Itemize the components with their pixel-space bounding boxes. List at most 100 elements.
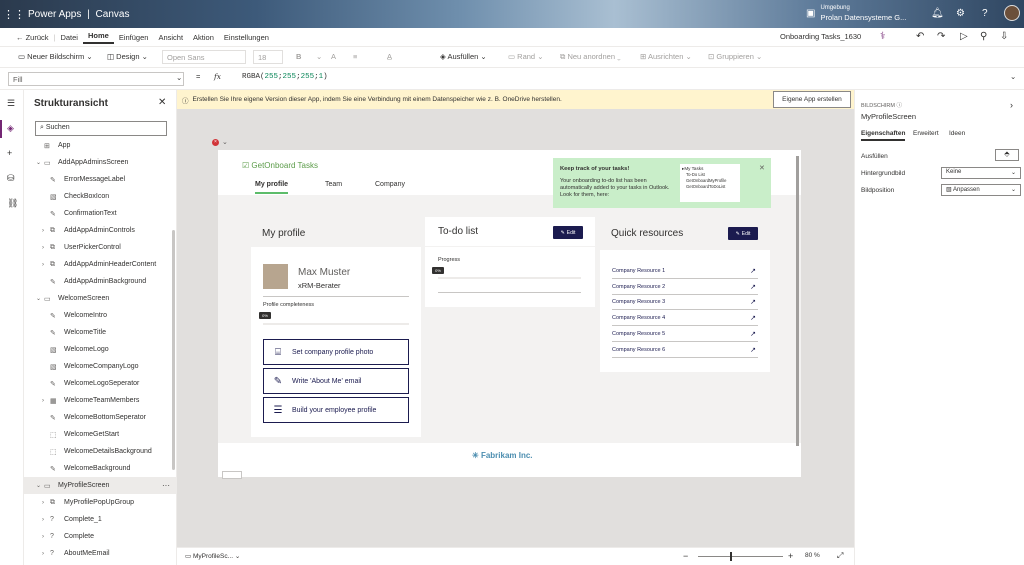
font-color-button[interactable]: A̲ — [387, 52, 392, 61]
tab-team[interactable]: Team — [325, 181, 342, 188]
tree-search-input[interactable]: ⌕ Suchen — [35, 121, 167, 136]
zoom-out-button[interactable]: − — [683, 551, 688, 561]
menu-view[interactable]: Ansicht — [153, 33, 188, 42]
tree-item[interactable]: ⬚ WelcomeGetStart — [24, 426, 177, 443]
tree-item[interactable]: ✎ WelcomeTitle — [24, 324, 177, 341]
more-options-icon[interactable]: ··· — [162, 481, 170, 490]
popup-close-icon[interactable]: ✕ — [759, 164, 765, 172]
tree-item[interactable]: › ⧉ UserPickerControl — [24, 239, 177, 256]
image-position-dropdown[interactable]: ▧ Anpassen ⌄ — [941, 184, 1021, 196]
create-own-app-button[interactable]: Eigene App erstellen — [773, 91, 851, 108]
screen-resize-handle[interactable] — [222, 471, 242, 479]
tree-item[interactable]: › ⧉ AddAppAdminControls — [24, 222, 177, 239]
tab-ideas[interactable]: Ideen — [949, 130, 965, 137]
chevron-right-icon[interactable]: › — [42, 517, 50, 523]
play-icon[interactable]: ▷ — [960, 31, 968, 42]
tree-item[interactable]: › ▦ WelcomeTeamMembers — [24, 392, 177, 409]
variables-icon[interactable]: ⛓ — [7, 198, 18, 209]
data-icon[interactable]: ⛁ — [7, 173, 15, 184]
underline-button[interactable]: ⌄ — [316, 52, 322, 61]
align-button[interactable]: ⊞ Ausrichten ⌄ — [640, 52, 692, 61]
employee-profile-button[interactable]: ☰ Build your employee profile — [263, 397, 409, 423]
tab-advanced[interactable]: Erweitert — [913, 130, 939, 137]
about-me-email-button[interactable]: ✎ Write 'About Me' email — [263, 368, 409, 394]
tree-item[interactable]: › ⧉ AddAppAdminHeaderContent — [24, 256, 177, 273]
tree-item[interactable]: ⌄ ▭ WelcomeScreen — [24, 290, 177, 307]
tree-item[interactable]: ▧ CheckBoxIcon — [24, 188, 177, 205]
tree-item[interactable]: ✎ AddAppAdminBackground — [24, 273, 177, 290]
resource-link[interactable]: Company Resource 3 ↗ — [612, 295, 758, 310]
rearrange-button[interactable]: ⧉ Neu anordnen ⌄ — [560, 52, 621, 62]
tree-item[interactable]: ✎ WelcomeLogoSeperator — [24, 375, 177, 392]
zoom-slider[interactable] — [698, 556, 783, 557]
tree-item[interactable]: ✎ WelcomeBottomSeperator — [24, 409, 177, 426]
resource-link[interactable]: Company Resource 5 ↗ — [612, 327, 758, 342]
insert-icon[interactable]: + — [7, 148, 12, 158]
menu-settings[interactable]: Einstellungen — [219, 33, 274, 42]
tab-my-profile[interactable]: My profile — [255, 181, 289, 194]
chevron-right-icon[interactable]: › — [42, 551, 50, 557]
menu-home[interactable]: Home — [82, 31, 114, 44]
hamburger-icon[interactable]: ☰ — [7, 98, 15, 109]
menu-insert[interactable]: Einfügen — [114, 33, 154, 42]
fill-button[interactable]: ◈ Ausfüllen ⌄ — [440, 52, 487, 61]
chevron-down-icon[interactable]: ⌄ — [36, 482, 44, 489]
expand-formula-icon[interactable]: ⌄ — [1010, 72, 1016, 81]
resources-edit-button[interactable]: ✎ Edit — [728, 227, 758, 240]
chevron-right-icon[interactable]: › — [42, 228, 50, 234]
tree-item[interactable]: ✎ WelcomeBackground — [24, 460, 177, 477]
close-icon[interactable]: ✕ — [158, 97, 166, 108]
formula-input[interactable]: RGBA(255;255;255;1) — [242, 73, 328, 81]
chevron-right-icon[interactable]: › — [42, 534, 50, 540]
tree-item[interactable]: ✎ WelcomeIntro — [24, 307, 177, 324]
user-avatar[interactable] — [1004, 5, 1020, 21]
tree-item[interactable]: ✎ ConfirmationText — [24, 205, 177, 222]
tree-view-icon[interactable]: ◈ — [7, 123, 14, 134]
back-button[interactable]: ← Zurück — [0, 33, 54, 42]
tree-scrollbar[interactable] — [172, 230, 175, 470]
bell-icon[interactable]: 🔔︎ — [931, 8, 944, 19]
tree-item[interactable]: ›? Complete_1 — [24, 511, 177, 528]
help-icon[interactable]: ? — [982, 8, 988, 19]
design-button[interactable]: ◫ Design ⌄ — [107, 52, 148, 61]
set-photo-button[interactable]: ⌸ Set company profile photo — [263, 339, 409, 365]
environment-picker[interactable]: ▣ Umgebung Prolan Datensysteme G... — [806, 4, 906, 22]
fit-to-window-icon[interactable]: ⤢ — [837, 551, 843, 561]
gear-icon[interactable]: ⚙ — [956, 8, 965, 19]
chevron-right-icon[interactable]: › — [42, 245, 50, 251]
font-color-icon[interactable]: A — [331, 52, 336, 61]
tree-item[interactable]: › ⧉ MyProfilePopUpGroup — [24, 494, 177, 511]
undo-icon[interactable]: ↶ — [916, 31, 924, 42]
chevron-right-icon[interactable]: › — [1010, 100, 1013, 110]
zoom-in-button[interactable]: + — [788, 551, 793, 561]
redo-icon[interactable]: ↷ — [937, 31, 945, 42]
app-screen-preview[interactable]: ☑ GetOnboard Tasks My profile Team Compa… — [218, 150, 801, 477]
tree-item[interactable]: ⬚ WelcomeDetailsBackground — [24, 443, 177, 460]
chevron-right-icon[interactable]: › — [42, 262, 50, 268]
todo-edit-button[interactable]: ✎ Edit — [553, 226, 583, 239]
screen-scrollbar[interactable] — [796, 156, 799, 446]
tree-item[interactable]: ›? Complete — [24, 528, 177, 545]
chevron-down-icon[interactable]: ⌄ — [36, 295, 44, 302]
tree-item[interactable]: ▧ WelcomeCompanyLogo — [24, 358, 177, 375]
font-size-dropdown[interactable]: 18 — [253, 50, 283, 64]
fill-color-picker[interactable]: ⬘ — [995, 149, 1019, 161]
tree-item[interactable]: ▧ WelcomeLogo — [24, 341, 177, 358]
chevron-right-icon[interactable]: › — [42, 500, 50, 506]
tree-item[interactable]: ⊞ App — [24, 137, 177, 154]
share-icon[interactable]: ⚲ — [980, 31, 987, 42]
help-icon[interactable]: ⓘ — [896, 103, 902, 109]
chevron-down-icon[interactable]: ⌄ — [222, 138, 228, 146]
save-icon[interactable]: ⇩ — [1000, 31, 1008, 42]
resource-link[interactable]: Company Resource 6 ↗ — [612, 343, 758, 358]
menu-file[interactable]: Datei — [55, 33, 83, 42]
property-dropdown[interactable]: Fill — [8, 72, 184, 86]
new-screen-button[interactable]: ▭ Neuer Bildschirm ⌄ — [18, 52, 93, 61]
tab-properties[interactable]: Eigenschaften — [861, 130, 906, 141]
fx-icon[interactable]: fx — [214, 72, 221, 81]
tree-item[interactable]: ⌄ ▭ AddAppAdminsScreen — [24, 154, 177, 171]
bg-image-dropdown[interactable]: Keine ⌄ — [941, 167, 1021, 179]
tree-item[interactable]: ✎ ErrorMessageLabel — [24, 171, 177, 188]
text-align-icon[interactable]: ≡ — [353, 52, 357, 61]
tree-item[interactable]: ›? AboutMeEmail — [24, 545, 177, 562]
